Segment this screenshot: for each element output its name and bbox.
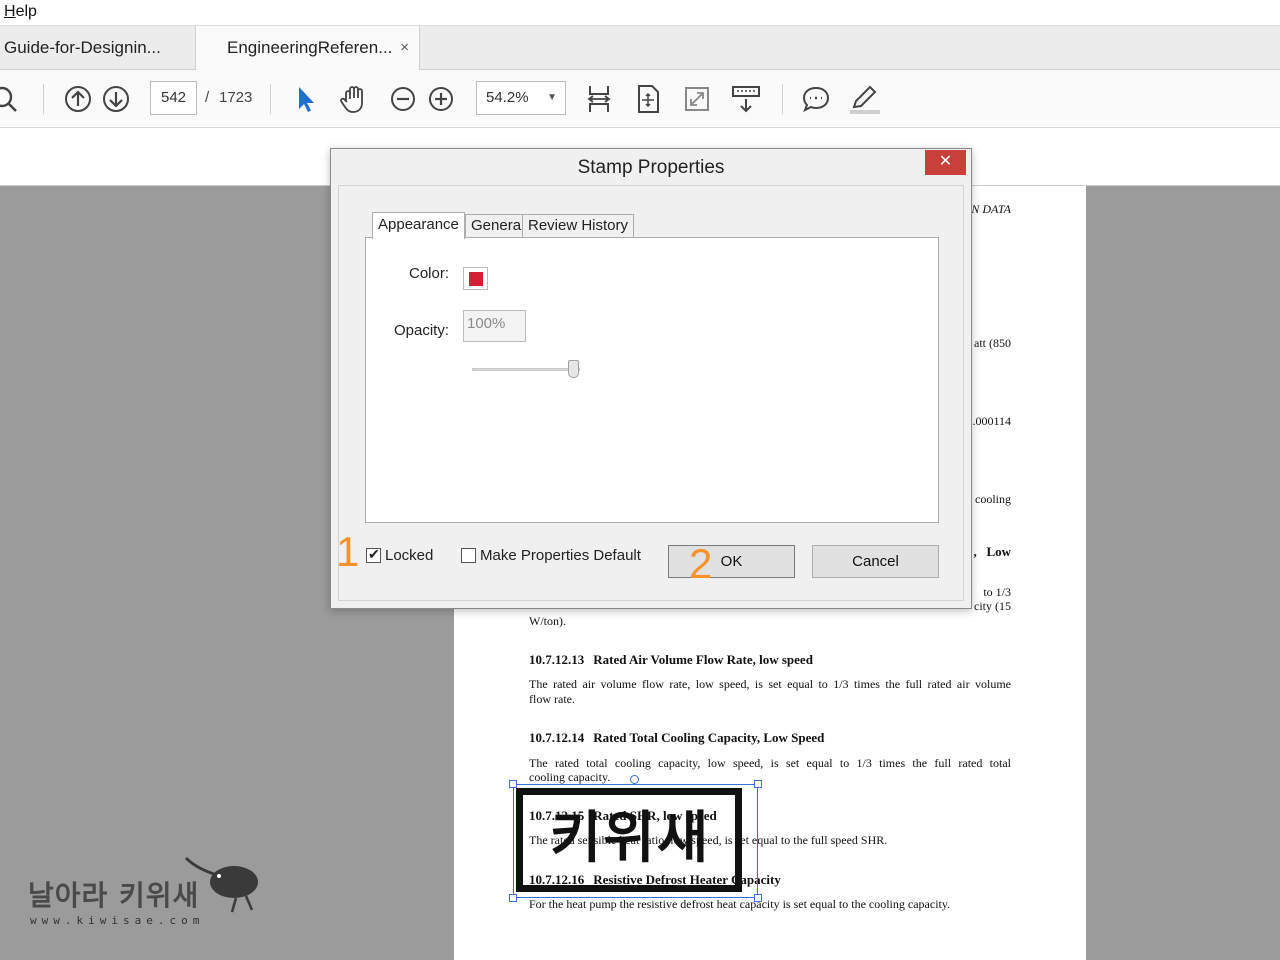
- close-tab-icon[interactable]: ×: [400, 26, 409, 70]
- resize-handle[interactable]: [754, 780, 762, 788]
- chevron-down-icon: ▼: [547, 92, 557, 103]
- opacity-slider-thumb[interactable]: [568, 360, 579, 378]
- toolbar-divider: [43, 84, 44, 114]
- fit-width-icon[interactable]: [581, 81, 617, 117]
- text-fragment: city (15: [974, 599, 1011, 613]
- watermark-url: www.kiwisae.com: [30, 914, 205, 927]
- opacity-slider-track[interactable]: [472, 368, 580, 371]
- text-fragment: .000114: [972, 414, 1011, 428]
- color-picker[interactable]: [463, 267, 488, 290]
- previous-page-icon[interactable]: [60, 81, 96, 117]
- paragraph-line: flow rate.: [529, 692, 575, 706]
- locked-checkbox[interactable]: ✔: [366, 546, 381, 563]
- read-mode-icon[interactable]: [728, 81, 764, 117]
- text-fragment: to 1/3: [983, 585, 1011, 599]
- zoom-out-icon[interactable]: [385, 81, 421, 117]
- page-number-input[interactable]: 542: [150, 81, 197, 115]
- select-cursor-icon[interactable]: [288, 81, 324, 117]
- dialog-title: Stamp Properties: [577, 157, 725, 178]
- main-toolbar: 542 / 1723 54.2% ▼: [0, 70, 1280, 128]
- text-fragment: att (850: [974, 336, 1011, 350]
- running-header: N DATA: [971, 202, 1011, 216]
- paragraph-line: For the heat pump the resistive defrost …: [529, 897, 951, 911]
- paragraph-line: The rated total cooling capacity, low sp…: [529, 756, 1011, 770]
- next-page-icon[interactable]: [98, 81, 134, 117]
- text-fragment: cooling: [975, 492, 1011, 506]
- zoom-value: 54.2%: [486, 89, 529, 106]
- page-separator: /: [205, 89, 210, 106]
- zoom-in-icon[interactable]: [423, 81, 459, 117]
- make-default-label[interactable]: Make Properties Default: [480, 547, 641, 564]
- toolbar-divider: [270, 84, 271, 114]
- tab-engineering-reference[interactable]: EngineeringReferen... ×: [196, 26, 420, 71]
- section-heading: 10.7.12.14 Rated Total Cooling Capacity, …: [529, 730, 825, 745]
- tab-label: Guide-for-Designin...: [4, 38, 161, 57]
- opacity-input[interactable]: 100%: [463, 310, 526, 342]
- tab-review-history[interactable]: Review History: [522, 214, 635, 238]
- stamp-selection-box[interactable]: [513, 784, 758, 898]
- toolbar-divider: [782, 84, 783, 114]
- tab-label: EngineeringReferen...: [227, 38, 393, 57]
- tab-guide-for-designing[interactable]: Guide-for-Designin...: [0, 26, 196, 70]
- section-heading: 10.7.12.13 Rated Air Volume Flow Rate, lo…: [529, 652, 813, 667]
- menu-bar: Help: [0, 0, 1280, 26]
- text-fragment: , Low: [973, 544, 1011, 559]
- fit-page-icon[interactable]: [630, 81, 666, 117]
- page-total: 1723: [219, 89, 253, 106]
- opacity-label: Opacity:: [394, 322, 450, 339]
- hand-tool-icon[interactable]: [336, 81, 372, 117]
- make-default-checkbox[interactable]: [461, 548, 476, 563]
- paragraph-line: cooling capacity.: [529, 770, 611, 784]
- dialog-body: Appearance General Review History Color:…: [338, 185, 964, 601]
- ok-button[interactable]: OK: [668, 545, 795, 578]
- appearance-panel: Color: Opacity: 100%: [365, 237, 939, 523]
- resize-handle[interactable]: [754, 894, 762, 902]
- paragraph-line: The rated air volume flow rate, low spee…: [529, 677, 1011, 691]
- zoom-level-select[interactable]: 54.2% ▼: [476, 81, 566, 115]
- checkmark-icon: ✔: [368, 546, 380, 562]
- document-tab-bar: Guide-for-Designin... EngineeringReferen…: [0, 26, 1280, 71]
- menu-help[interactable]: Help: [4, 3, 37, 21]
- locked-label[interactable]: Locked: [385, 547, 433, 564]
- stamp-properties-dialog: Stamp Properties ✕ Appearance General Re…: [330, 148, 972, 609]
- color-swatch-fill: [469, 272, 483, 286]
- paragraph-line: W/ton).: [529, 614, 566, 628]
- full-screen-icon[interactable]: [679, 81, 715, 117]
- close-dialog-button[interactable]: ✕: [925, 150, 966, 175]
- search-icon[interactable]: [0, 81, 22, 117]
- color-label: Color:: [409, 265, 450, 282]
- step-marker-1: 1: [336, 528, 360, 575]
- cancel-button[interactable]: Cancel: [812, 545, 939, 578]
- comment-icon[interactable]: [798, 81, 834, 117]
- highlight-pen-icon[interactable]: [846, 81, 882, 117]
- rotate-handle[interactable]: [630, 775, 639, 784]
- resize-handle[interactable]: [509, 894, 517, 902]
- tab-appearance[interactable]: Appearance: [372, 212, 465, 239]
- tab-general[interactable]: General: [465, 214, 531, 238]
- watermark-text: 날아라 키위새: [28, 879, 200, 912]
- resize-handle[interactable]: [509, 780, 517, 788]
- step-marker-2: 2: [689, 540, 713, 587]
